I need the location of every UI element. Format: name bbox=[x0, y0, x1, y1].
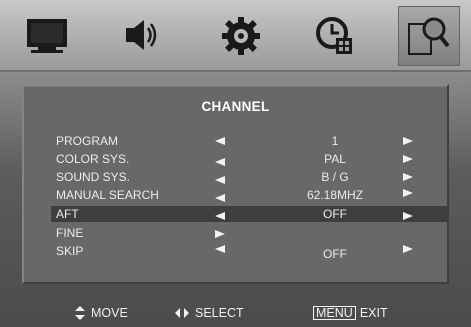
arrow-left-icon[interactable] bbox=[214, 172, 226, 188]
hint-select: SELECT bbox=[175, 306, 244, 320]
left-right-arrows-icon bbox=[175, 308, 189, 318]
arrow-left-icon[interactable] bbox=[214, 208, 226, 224]
row-label: MANUAL SEARCH bbox=[56, 188, 159, 202]
tab-time[interactable] bbox=[304, 6, 366, 66]
menu-row-fine[interactable]: FINE bbox=[54, 225, 449, 241]
speaker-icon bbox=[118, 16, 164, 56]
gear-icon bbox=[218, 14, 264, 58]
menu-row-skip[interactable]: SKIP OFF bbox=[54, 241, 449, 261]
arrow-right-icon[interactable] bbox=[402, 169, 414, 185]
tab-picture[interactable] bbox=[16, 6, 78, 66]
row-label: FINE bbox=[56, 226, 84, 240]
clock-icon bbox=[312, 14, 358, 58]
hint-move-label: MOVE bbox=[91, 306, 128, 320]
row-label: AFT bbox=[56, 207, 79, 221]
arrow-left-icon[interactable] bbox=[214, 241, 226, 257]
tab-channel[interactable] bbox=[398, 6, 460, 66]
panel-title: CHANNEL bbox=[201, 99, 270, 114]
hint-exit-label: EXIT bbox=[359, 306, 388, 320]
up-down-arrows-icon bbox=[75, 306, 85, 320]
arrow-right-icon[interactable] bbox=[402, 133, 414, 149]
arrow-right-icon[interactable] bbox=[402, 241, 414, 257]
menu-row-manual-search[interactable]: MANUAL SEARCH 62.18MHZ bbox=[54, 187, 449, 203]
row-label: SOUND SYS. bbox=[56, 170, 131, 184]
row-value: B / G bbox=[321, 170, 349, 184]
row-label: PROGRAM bbox=[56, 134, 119, 148]
channel-search-icon bbox=[406, 14, 452, 58]
hint-select-label: SELECT bbox=[195, 306, 244, 320]
tv-icon bbox=[24, 16, 70, 56]
tab-sound[interactable] bbox=[110, 6, 172, 66]
row-value: OFF bbox=[323, 247, 347, 261]
row-label: COLOR SYS. bbox=[56, 152, 130, 166]
arrow-right-icon[interactable] bbox=[402, 208, 414, 224]
tv-osd-screen: CHANNEL PROGRAM 1 COLOR SYS. PAL SOUND S… bbox=[0, 0, 471, 327]
menu-row-program[interactable]: PROGRAM 1 bbox=[54, 133, 449, 149]
row-value: PAL bbox=[324, 152, 346, 166]
row-value: 62.18MHZ bbox=[306, 188, 364, 202]
channel-panel: CHANNEL PROGRAM 1 COLOR SYS. PAL SOUND S… bbox=[22, 84, 449, 284]
hint-move: MOVE bbox=[75, 306, 128, 320]
menu-row-aft[interactable]: AFT OFF bbox=[51, 206, 447, 222]
row-label: SKIP bbox=[56, 244, 84, 258]
menu-key-badge: MENU bbox=[313, 306, 356, 320]
arrow-left-icon[interactable] bbox=[214, 154, 226, 170]
menu-row-sound-sys[interactable]: SOUND SYS. B / G bbox=[54, 169, 449, 185]
row-value: 1 bbox=[331, 134, 339, 148]
arrow-left-icon[interactable] bbox=[214, 190, 226, 206]
menu-row-color-sys[interactable]: COLOR SYS. PAL bbox=[54, 151, 449, 167]
menu-tab-bar bbox=[0, 0, 471, 72]
hint-exit: MENU EXIT bbox=[313, 306, 388, 320]
row-value: OFF bbox=[323, 207, 347, 221]
arrow-left-icon[interactable] bbox=[214, 133, 226, 149]
arrow-right-icon[interactable] bbox=[402, 185, 414, 201]
arrow-right-icon[interactable] bbox=[402, 151, 414, 167]
tab-setup[interactable] bbox=[210, 6, 272, 66]
arrow-right-icon[interactable] bbox=[214, 226, 226, 242]
